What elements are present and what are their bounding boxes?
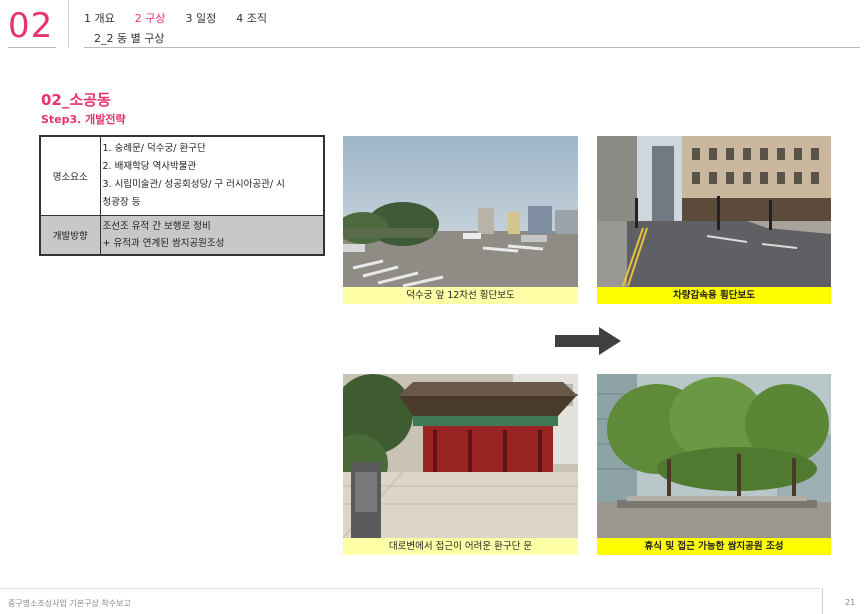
attraction-line: 2. 배재학당 역사박물관 bbox=[102, 161, 197, 172]
table-cell-direction: 조선조 유적 간 보행로 정비 + 유적과 연계된 쌈지공원조성 bbox=[99, 215, 325, 256]
table-row: 명소요소 1. 숭례문/ 덕수궁/ 환구단 2. 배재학당 역사박물관 3. 시… bbox=[39, 135, 325, 216]
photo-caption: 휴식 및 접근 가능한 쌈지공원 조성 bbox=[597, 538, 831, 555]
table-header-attractions: 명소요소 bbox=[39, 135, 101, 216]
photo-hwangudan-gate bbox=[343, 374, 578, 538]
direction-line: 조선조 유적 간 보행로 정비 bbox=[102, 221, 211, 232]
table-header-direction: 개발방향 bbox=[39, 215, 101, 256]
attraction-line: 1. 숭례문/ 덕수궁/ 환구단 bbox=[102, 143, 206, 154]
attraction-line: 청광장 등 bbox=[102, 197, 141, 208]
photo-caption: 차량감속용 횡단보도 bbox=[597, 287, 831, 304]
chapter-number: 02 bbox=[8, 6, 54, 46]
tab-organization[interactable]: 4 조직 bbox=[236, 10, 267, 26]
photo-deoksugung-crosswalk bbox=[343, 136, 578, 287]
chapter-rule bbox=[8, 47, 56, 48]
tab-concept[interactable]: 2 구상 bbox=[135, 10, 166, 26]
strategy-table: 명소요소 1. 숭례문/ 덕수궁/ 환구단 2. 배재학당 역사박물관 3. 시… bbox=[39, 135, 325, 256]
tab-overview[interactable]: 1 개요 bbox=[84, 10, 115, 26]
top-nav: 1 개요 2 구상 3 일정 4 조직 bbox=[84, 10, 267, 26]
sub-section-title: 2_2 동 별 구상 bbox=[94, 32, 165, 45]
section-subtitle: Step3. 개발전략 bbox=[41, 113, 126, 126]
attraction-line: 3. 시립미술관/ 성공회성당/ 구 러시아공관/ 시 bbox=[102, 179, 285, 190]
photo-pocket-park bbox=[597, 374, 831, 538]
header-divider bbox=[68, 0, 69, 48]
footer-rule bbox=[0, 588, 820, 589]
direction-line: + 유적과 연계된 쌈지공원조성 bbox=[102, 238, 225, 249]
table-row: 개발방향 조선조 유적 간 보행로 정비 + 유적과 연계된 쌈지공원조성 bbox=[39, 215, 325, 256]
arrow-right-icon bbox=[555, 327, 621, 355]
tab-schedule[interactable]: 3 일정 bbox=[186, 10, 217, 26]
page-number: 21 bbox=[845, 598, 856, 607]
photo-caption: 대로변에서 접근이 어려운 환구단 문 bbox=[343, 538, 578, 555]
photo-caption: 덕수궁 앞 12차선 횡단보도 bbox=[343, 287, 578, 304]
footer-divider bbox=[822, 588, 823, 614]
table-cell-attractions: 1. 숭례문/ 덕수궁/ 환구단 2. 배재학당 역사박물관 3. 시립미술관/… bbox=[99, 135, 325, 216]
header-rule bbox=[84, 47, 860, 48]
section-title: 02_소공동 bbox=[41, 91, 111, 109]
footer-doc-title: 중구명소조성사업 기본구상 착수보고 bbox=[8, 599, 131, 608]
photo-speed-crosswalk bbox=[597, 136, 831, 287]
